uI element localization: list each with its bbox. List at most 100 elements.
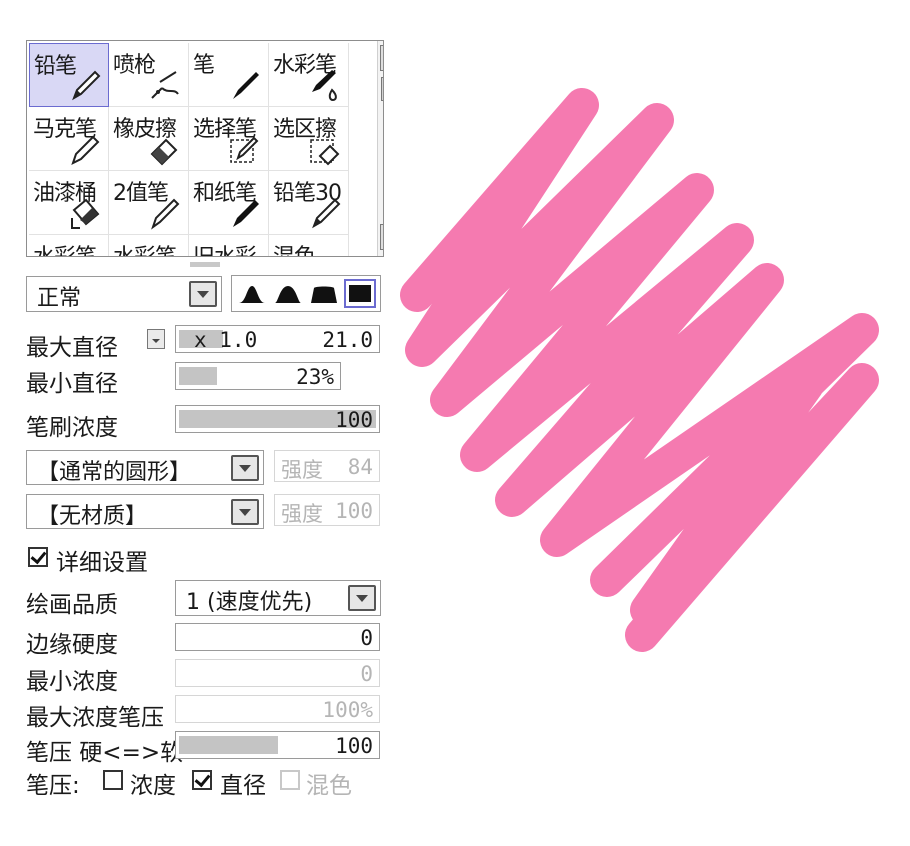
chevron-down-icon: [152, 339, 160, 343]
blend-mode-value: 正常: [37, 286, 82, 311]
washi-pen-icon: [228, 196, 262, 230]
tool-panel: 铅笔喷枪笔水彩笔马克笔橡皮擦选择笔选区擦油漆桶2值笔和纸笔铅笔30水彩笔水彩笔旧…: [26, 40, 384, 257]
pressure-curve-slider[interactable]: 100: [175, 731, 380, 759]
advanced-label: 详细设置: [56, 550, 148, 576]
square-shape-icon: [349, 285, 371, 302]
tool-button[interactable]: 旧水彩: [189, 235, 269, 256]
chevron-down-icon[interactable]: [189, 281, 217, 307]
tool-button[interactable]: 水彩笔: [109, 235, 189, 256]
scroll-thumb[interactable]: [381, 77, 383, 101]
pencil-icon: [68, 68, 102, 102]
min-density-slider: 0: [175, 659, 380, 687]
selection-eraser-icon: [308, 132, 342, 166]
brush-shape-value: 【通常的圆形】: [37, 460, 192, 485]
pressure-curve-label: 笔压 硬<=>软: [26, 740, 184, 766]
eraser-icon: [148, 132, 182, 166]
blend-mode-select[interactable]: 正常: [26, 276, 222, 312]
soft-shape-icon[interactable]: [238, 284, 266, 304]
min-density-label: 最小浓度: [26, 669, 118, 695]
pressure-curve-value: 100: [335, 734, 373, 758]
quality-select[interactable]: 1 (速度优先): [175, 580, 381, 616]
tool-button[interactable]: 铅笔: [29, 43, 109, 107]
size-range-button[interactable]: [147, 329, 165, 349]
brush-shape-strength: 强度 84: [274, 450, 380, 482]
pressure-label: 笔压:: [26, 773, 80, 799]
tool-button[interactable]: 铅笔30: [269, 171, 349, 235]
brush-shape-selector: [231, 275, 381, 312]
pressure-density-checkbox[interactable]: [103, 770, 123, 790]
watercolor-brush-icon: [308, 68, 342, 102]
max-size-slider[interactable]: x 1.0 21.0: [175, 325, 380, 353]
tool-button[interactable]: 喷枪: [109, 43, 189, 107]
tool-button[interactable]: 马克笔: [29, 107, 109, 171]
chevron-down-icon[interactable]: [231, 499, 259, 525]
square-shape-button[interactable]: [344, 279, 376, 308]
brush-shape-strength-value: 84: [347, 455, 373, 479]
pressure-blend-checkbox: [280, 770, 300, 790]
chevron-down-icon[interactable]: [231, 455, 259, 481]
brush-shape-strength-label: 强度: [281, 458, 323, 482]
brush-shape-select[interactable]: 【通常的圆形】: [26, 450, 264, 485]
quality-label: 绘画品质: [26, 592, 118, 618]
density-slider[interactable]: 100: [175, 405, 380, 433]
marker-icon: [68, 132, 102, 166]
tool-label: 混色: [273, 239, 316, 256]
pink-scribble-stroke: [400, 88, 879, 652]
tool-label: 笔: [193, 53, 215, 78]
pen-icon: [228, 68, 262, 102]
max-density-pressure-value: 100%: [322, 698, 373, 722]
tool-button[interactable]: 混色: [269, 235, 349, 256]
tool-button[interactable]: 选区擦: [269, 107, 349, 171]
pressure-size-checkbox[interactable]: [192, 770, 212, 790]
pressure-curve-fill: [179, 736, 278, 754]
texture-strength-value: 100: [335, 499, 373, 523]
tool-label: 水彩笔: [113, 239, 177, 256]
max-size-label: 最大直径: [26, 335, 118, 361]
paint-bucket-icon: [68, 196, 102, 230]
density-label: 笔刷浓度: [26, 415, 118, 441]
scroll-down-button[interactable]: [380, 224, 383, 250]
tool-button[interactable]: 笔: [189, 43, 269, 107]
min-size-label: 最小直径: [26, 371, 118, 397]
selection-pen-icon: [228, 132, 262, 166]
tool-button[interactable]: 橡皮擦: [109, 107, 189, 171]
tool-button[interactable]: 2值笔: [109, 171, 189, 235]
quality-value: 1 (速度优先): [186, 590, 313, 615]
edge-hardness-slider[interactable]: 0: [175, 623, 380, 651]
max-size-multiplier: x 1.0: [194, 328, 258, 352]
min-size-value: 23%: [296, 365, 334, 389]
edge-hardness-value: 0: [360, 626, 373, 650]
scroll-up-button[interactable]: [380, 45, 383, 71]
airbrush-icon: [148, 68, 182, 102]
density-value: 100: [335, 408, 373, 432]
texture-strength: 强度 100: [274, 494, 380, 526]
max-size-value: 21.0: [322, 328, 373, 352]
advanced-checkbox[interactable]: [28, 547, 48, 567]
hard-shape-icon[interactable]: [310, 284, 338, 304]
tool-button[interactable]: 选择笔: [189, 107, 269, 171]
min-size-slider[interactable]: 23%: [175, 362, 341, 390]
texture-select[interactable]: 【无材质】: [26, 494, 264, 529]
panel-splitter[interactable]: [190, 262, 220, 267]
max-density-pressure-slider: 100%: [175, 695, 380, 723]
drawing-canvas[interactable]: [392, 80, 892, 660]
min-size-fill: [179, 367, 217, 385]
tool-scrollbar[interactable]: [377, 41, 383, 256]
tool-label: 旧水彩: [193, 239, 257, 256]
pressure-blend-label: 混色: [306, 773, 352, 799]
texture-value: 【无材质】: [37, 504, 148, 529]
binary-pen-icon: [148, 196, 182, 230]
pencil-icon: [308, 196, 342, 230]
chevron-down-icon[interactable]: [348, 585, 376, 611]
tool-button[interactable]: 水彩笔: [29, 235, 109, 256]
tool-button[interactable]: 水彩笔: [269, 43, 349, 107]
tool-button[interactable]: 和纸笔: [189, 171, 269, 235]
tool-button[interactable]: 油漆桶: [29, 171, 109, 235]
tool-label: 水彩笔: [33, 239, 97, 256]
pressure-size-label: 直径: [220, 773, 266, 799]
medium-shape-icon[interactable]: [274, 284, 302, 304]
pressure-density-label: 浓度: [130, 773, 176, 799]
edge-hardness-label: 边缘硬度: [26, 632, 118, 658]
texture-strength-label: 强度: [281, 502, 323, 526]
min-density-value: 0: [360, 662, 373, 686]
